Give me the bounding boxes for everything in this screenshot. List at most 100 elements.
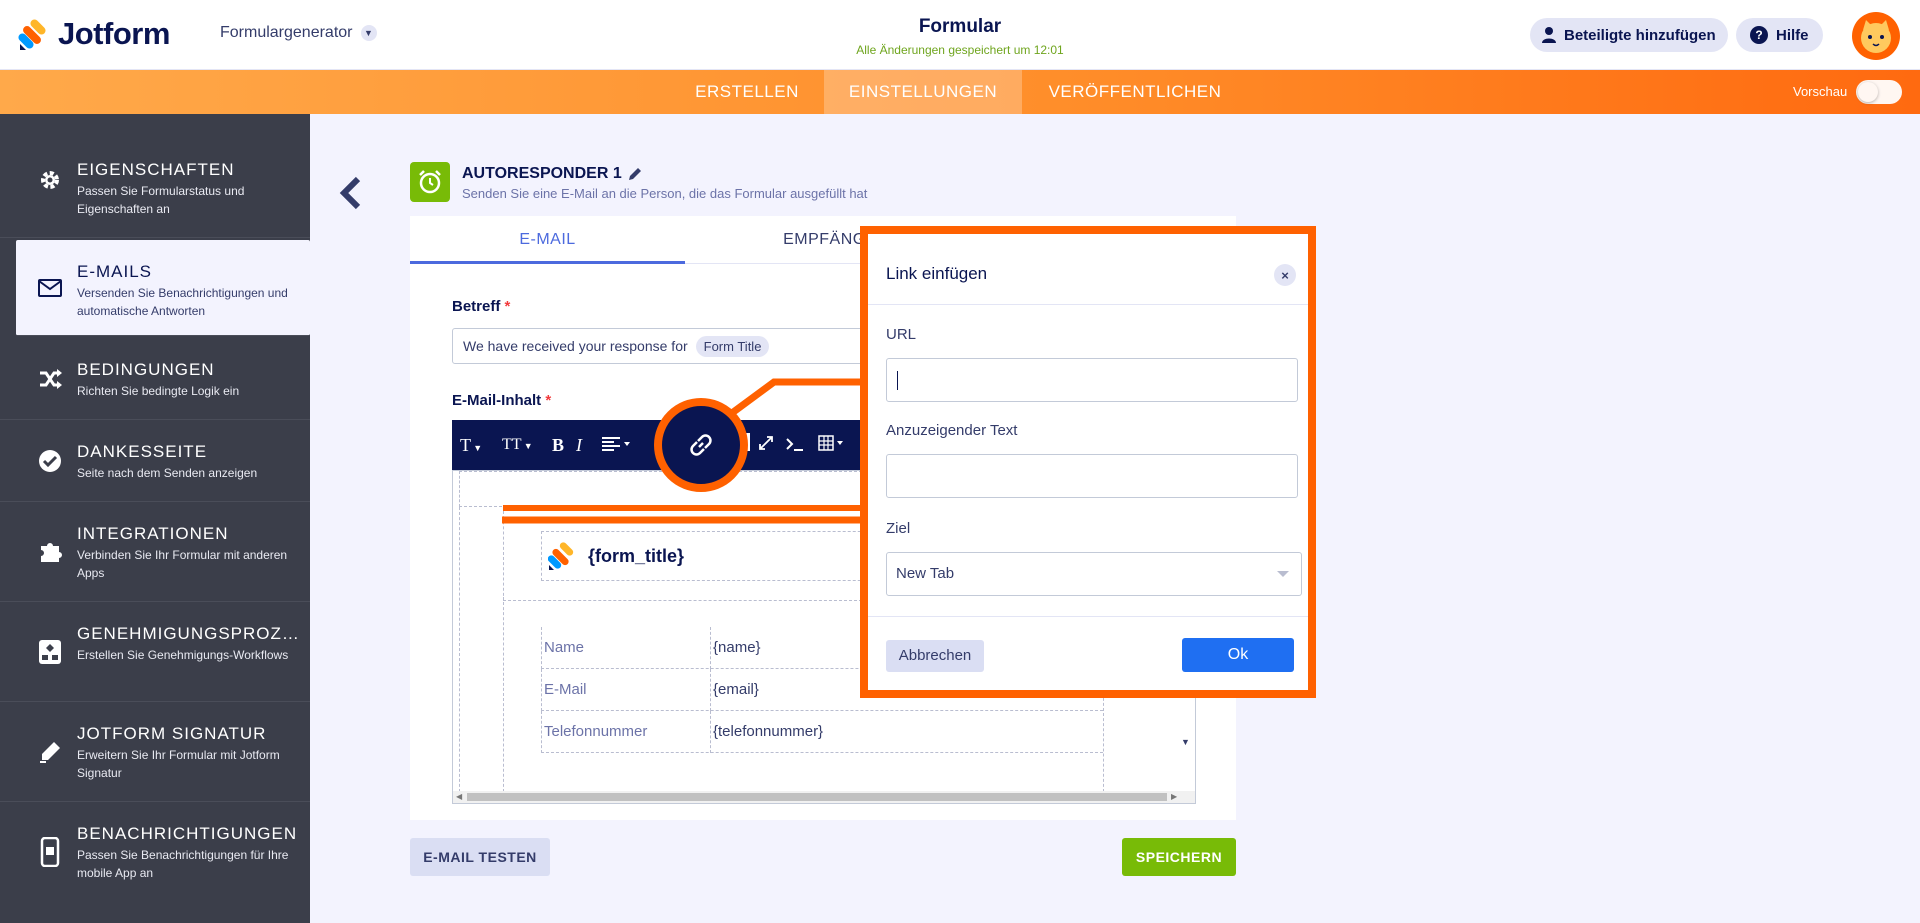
font-button-label: T	[460, 435, 471, 455]
chevron-down-icon	[1277, 571, 1289, 577]
dialog-divider	[868, 616, 1308, 617]
sidebar-item-integrationen[interactable]: INTEGRATIONEN Verbinden Sie Ihr Formular…	[0, 502, 310, 602]
sidebar-item-desc: Erweitern Sie Ihr Formular mit Jotform S…	[77, 748, 280, 780]
sidebar-item-title: BEDINGUNGEN	[77, 360, 215, 379]
expand-icon	[759, 436, 773, 450]
toggle-knob	[1858, 82, 1878, 102]
dialog-divider	[868, 304, 1308, 305]
bold-button[interactable]: B	[552, 420, 564, 470]
sidebar-item-title: DANKESSEITE	[77, 442, 208, 461]
scrollbar-thumb[interactable]	[467, 793, 1167, 801]
subject-label-text: Betreff	[452, 298, 501, 315]
url-label: URL	[886, 326, 917, 343]
help-button[interactable]: ? Hilfe	[1736, 18, 1823, 52]
help-label: Hilfe	[1776, 26, 1809, 44]
sidebar-item-desc: Richten Sie bedingte Logik ein	[77, 384, 240, 398]
preview-label: Vorschau	[1793, 84, 1848, 99]
target-value: New Tab	[896, 565, 955, 582]
horizontal-scrollbar[interactable]: ◀ ▶	[453, 791, 1195, 803]
tab-veroeffentlichen[interactable]: VERÖFFENTLICHEN	[1030, 70, 1240, 114]
display-text-label: Anzuzeigender Text	[886, 422, 1018, 439]
fullscreen-button[interactable]	[758, 420, 774, 470]
align-button[interactable]	[602, 420, 630, 470]
sidebar-item-title: EIGENSCHAFTEN	[77, 160, 235, 179]
sidebar-item-desc: Passen Sie Benachrichtigungen für Ihre m…	[77, 848, 289, 880]
target-label: Ziel	[886, 520, 911, 537]
preview-toggle[interactable]	[1856, 80, 1902, 104]
sidebar-item-desc: Verbinden Sie Ihr Formular mit anderen A…	[77, 548, 288, 580]
builder-nav: ERSTELLEN EINSTELLUNGEN VERÖFFENTLICHEN …	[0, 70, 1920, 114]
close-icon[interactable]: ×	[1274, 264, 1296, 286]
back-arrow-icon[interactable]	[336, 176, 364, 210]
envelope-icon	[36, 274, 64, 302]
check-circle-icon	[36, 447, 64, 475]
insert-link-dialog: Link einfügen × URL Anzuzeigender Text Z…	[860, 226, 1316, 698]
cancel-button[interactable]: Abbrechen	[886, 640, 984, 672]
row-value: {name}	[713, 639, 761, 656]
code-view-button[interactable]	[786, 420, 804, 470]
workflow-icon	[36, 638, 64, 666]
autoresponder-subtitle: Senden Sie eine E-Mail an die Person, di…	[462, 186, 868, 201]
link-button-highlight[interactable]	[654, 398, 748, 492]
size-button-label: TT	[502, 436, 522, 453]
sidebar-item-bedingungen[interactable]: BEDINGUNGEN Richten Sie bedingte Logik e…	[0, 338, 310, 420]
dialog-title: Link einfügen	[886, 264, 988, 283]
text-caret	[897, 371, 898, 390]
sidebar-item-eigenschaften[interactable]: EIGENSCHAFTEN Passen Sie Formularstatus …	[0, 114, 310, 238]
sidebar-item-desc: Versenden Sie Benachrichtigungen und aut…	[77, 286, 288, 318]
align-left-icon	[602, 437, 630, 451]
jotform-logo-icon	[548, 542, 574, 570]
required-asterisk: *	[504, 298, 511, 315]
email-header-title: {form_title}	[588, 545, 685, 566]
sidebar-item-benachrichtigungen[interactable]: BENACHRICHTIGUNGEN Passen Sie Benachrich…	[0, 802, 310, 923]
font-size-button[interactable]: TT ▼	[502, 420, 533, 470]
pen-icon	[36, 738, 64, 766]
scroll-down-arrow[interactable]: ▼	[1181, 737, 1190, 747]
required-asterisk: *	[545, 392, 552, 409]
tab-einstellungen[interactable]: EINSTELLUNGEN	[824, 70, 1022, 114]
target-select[interactable]: New Tab	[886, 552, 1302, 596]
add-collaborator-button[interactable]: Beteiligte hinzufügen	[1530, 18, 1728, 52]
avatar-cat-icon	[1861, 20, 1891, 53]
pencil-icon[interactable]	[628, 167, 642, 181]
sidebar-item-title: INTEGRATIONEN	[77, 524, 229, 543]
editor-left-guide	[459, 507, 460, 797]
italic-button[interactable]: I	[576, 420, 582, 470]
subject-text: We have received your response for	[463, 338, 688, 354]
ok-button[interactable]: Ok	[1182, 638, 1294, 672]
sidebar-item-title: JOTFORM SIGNATUR	[77, 724, 267, 743]
link-icon	[690, 434, 712, 456]
shuffle-icon	[36, 365, 64, 393]
row-label: E-Mail	[541, 669, 711, 711]
email-header: {form_title}	[541, 531, 901, 581]
row-value: {email}	[713, 681, 759, 698]
table-button[interactable]	[818, 420, 844, 470]
sidebar-item-desc: Seite nach dem Senden anzeigen	[77, 466, 258, 480]
sidebar-item-dankesseite[interactable]: DANKESSEITE Seite nach dem Senden anzeig…	[0, 420, 310, 502]
user-icon	[1542, 27, 1556, 43]
test-email-button[interactable]: E-MAIL TESTEN	[410, 838, 550, 876]
sidebar-item-emails[interactable]: E-MAILS Versenden Sie Benachrichtigungen…	[16, 240, 310, 336]
sidebar-item-title: BENACHRICHTIGUNGEN	[77, 824, 298, 843]
tab-erstellen[interactable]: ERSTELLEN	[678, 70, 816, 114]
tab-email[interactable]: E-MAIL	[410, 216, 685, 264]
body-label: E-Mail-Inhalt *	[452, 392, 551, 409]
scroll-left-arrow[interactable]: ◀	[456, 792, 462, 801]
form-title-chip[interactable]: Form Title	[695, 335, 770, 357]
dropdown-caret-icon: ▼	[521, 441, 533, 451]
sidebar-item-title: E-MAILS	[77, 262, 153, 281]
sidebar-item-genehmigungsprozesse[interactable]: GENEHMIGUNGSPROZES... Erstellen Sie Gene…	[0, 602, 310, 702]
table-icon	[818, 435, 843, 451]
sidebar-item-desc: Passen Sie Formularstatus und Eigenschaf…	[77, 184, 245, 216]
scroll-right-arrow[interactable]: ▶	[1171, 792, 1177, 801]
top-header: Jotform Formulargenerator ▼ Formular All…	[0, 0, 1920, 70]
save-button[interactable]: SPEICHERN	[1122, 838, 1236, 876]
display-text-field[interactable]	[886, 454, 1298, 498]
add-collaborator-label: Beteiligte hinzufügen	[1564, 26, 1716, 44]
subject-label: Betreff *	[452, 298, 510, 315]
row-label: Telefonnummer	[541, 711, 711, 753]
avatar[interactable]	[1852, 12, 1900, 60]
sidebar-item-jotform-signatur[interactable]: JOTFORM SIGNATUR Erweitern Sie Ihr Formu…	[0, 702, 310, 802]
url-field[interactable]	[886, 358, 1298, 402]
font-family-button[interactable]: T ▼	[460, 420, 482, 470]
